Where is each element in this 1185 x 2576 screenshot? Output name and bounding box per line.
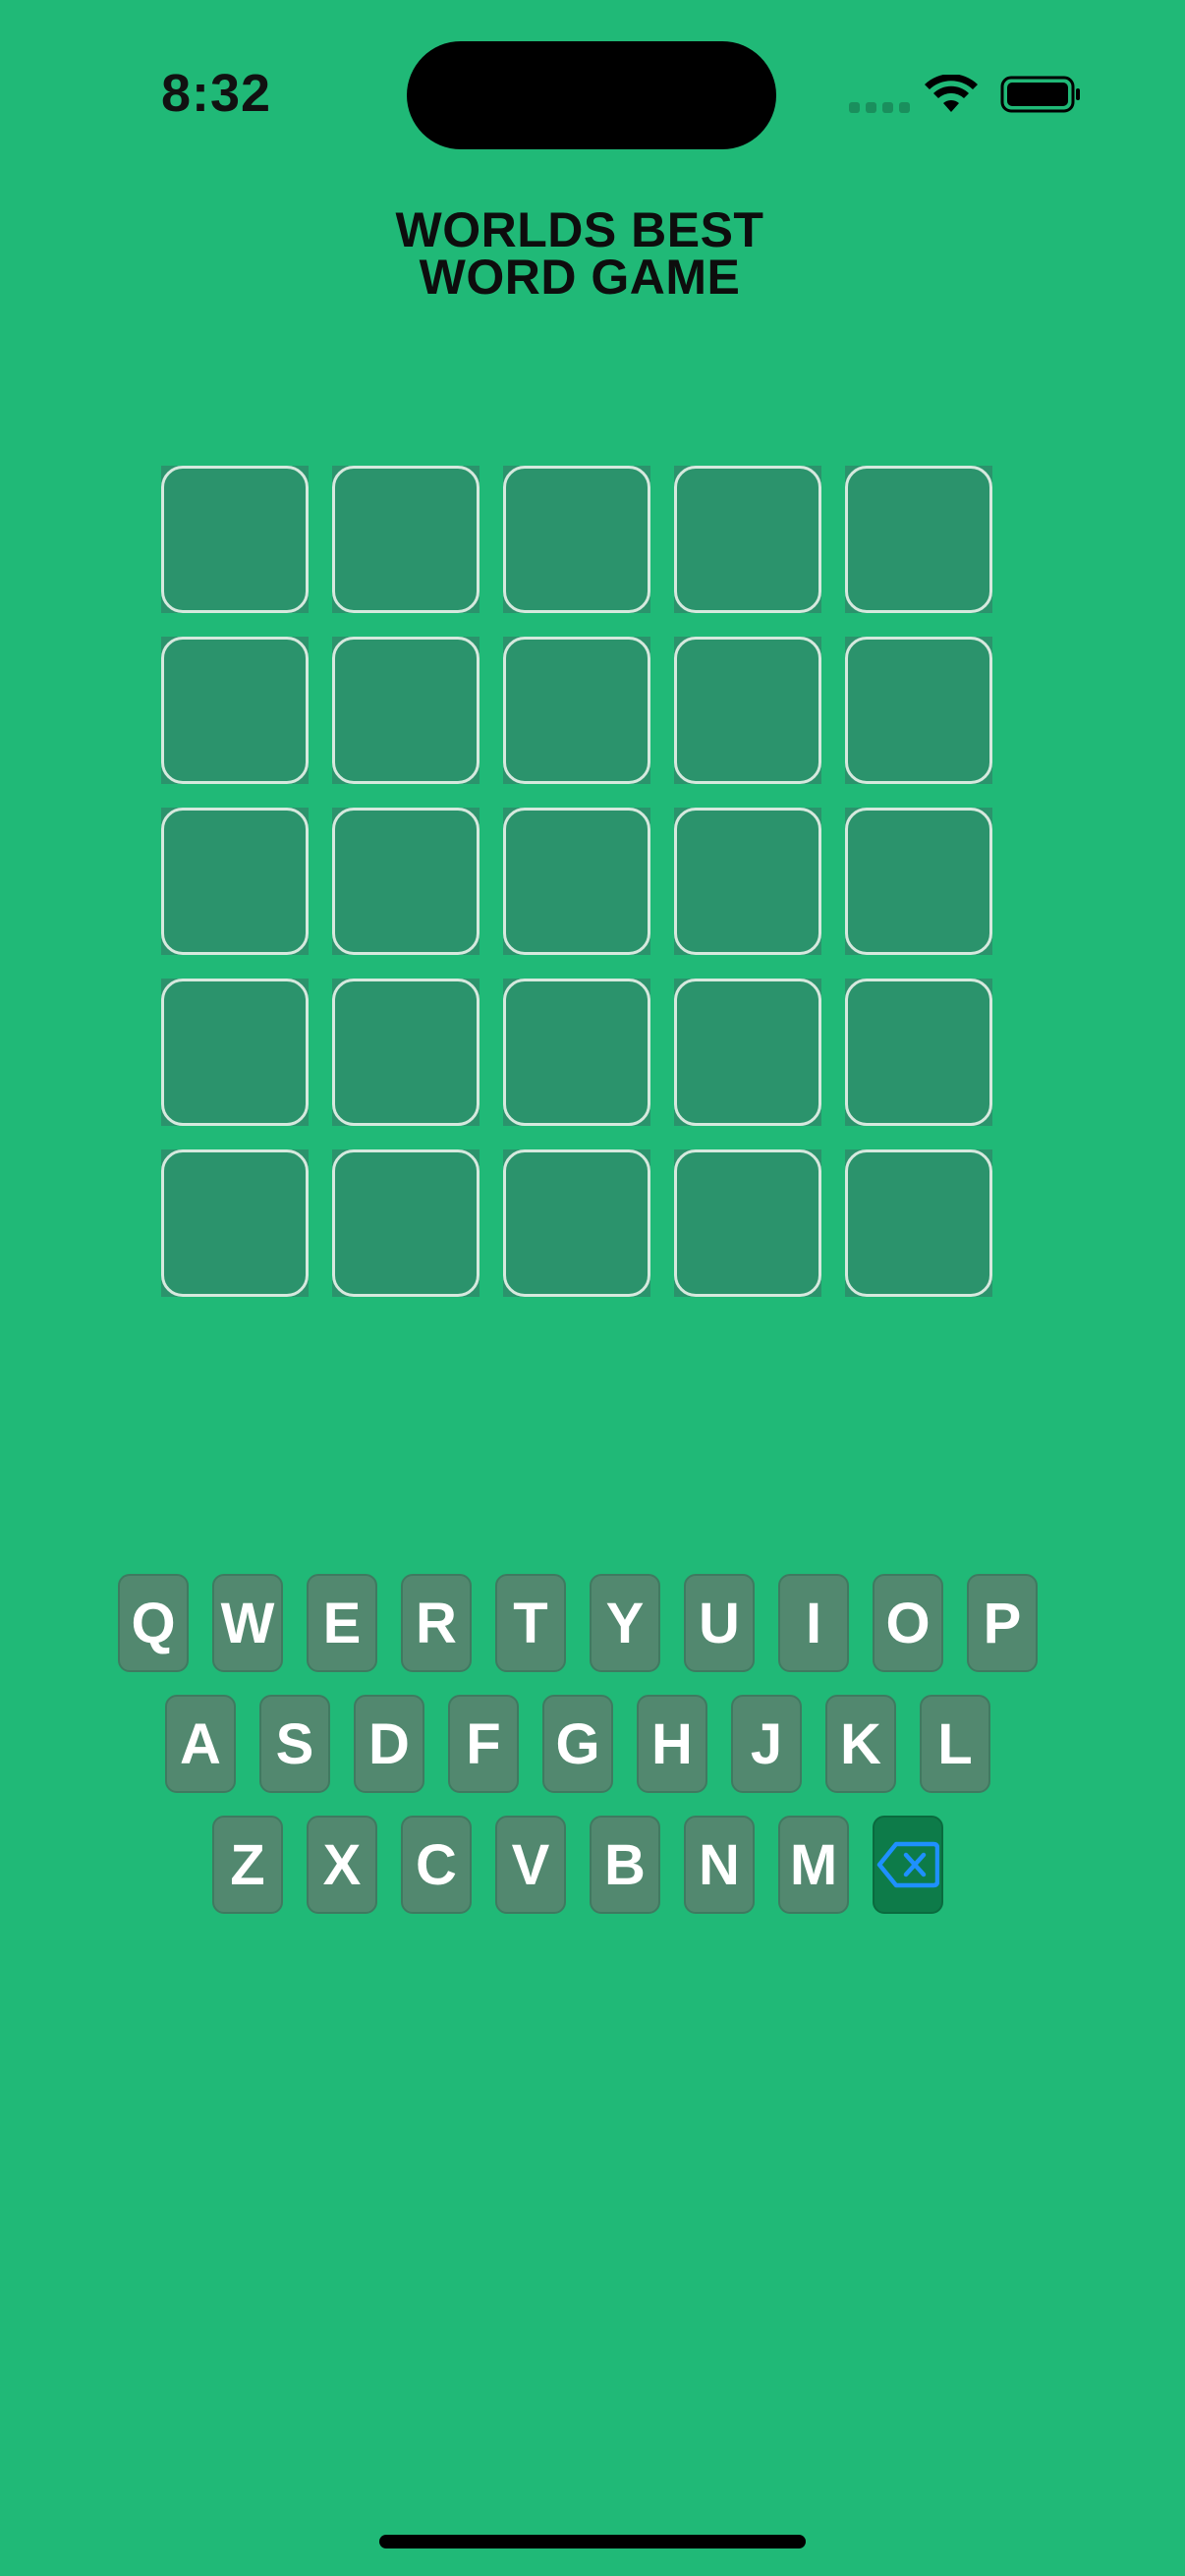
letter-tile	[161, 637, 309, 784]
key-i[interactable]: I	[778, 1574, 849, 1672]
cellular-signal-icon	[849, 102, 910, 113]
key-j[interactable]: J	[731, 1695, 802, 1793]
key-f[interactable]: F	[448, 1695, 519, 1793]
letter-tile	[161, 1149, 309, 1297]
key-u[interactable]: U	[684, 1574, 755, 1672]
letter-tile	[845, 1149, 992, 1297]
key-v[interactable]: V	[495, 1816, 566, 1914]
key-p[interactable]: P	[967, 1574, 1038, 1672]
key-g[interactable]: G	[542, 1695, 613, 1793]
title-line-1: WORLDS BEST	[395, 202, 764, 257]
letter-tile	[503, 1149, 650, 1297]
letter-tile	[845, 979, 992, 1126]
letter-grid	[161, 466, 992, 1297]
key-l[interactable]: L	[920, 1695, 990, 1793]
keyboard-row-3: Z X C V B N M	[212, 1816, 943, 1914]
backspace-icon	[876, 1841, 939, 1888]
key-t[interactable]: T	[495, 1574, 566, 1672]
letter-tile	[503, 808, 650, 955]
letter-tile	[674, 979, 821, 1126]
key-z[interactable]: Z	[212, 1816, 283, 1914]
letter-tile	[845, 808, 992, 955]
letter-tile	[332, 808, 480, 955]
letter-tile	[161, 466, 309, 613]
letter-tile	[332, 466, 480, 613]
letter-tile	[674, 637, 821, 784]
key-e[interactable]: E	[307, 1574, 377, 1672]
letter-tile	[845, 466, 992, 613]
letter-tile	[674, 1149, 821, 1297]
letter-tile	[332, 1149, 480, 1297]
status-time: 8:32	[161, 64, 272, 123]
battery-icon	[1000, 76, 1080, 113]
keyboard-row-1: Q W E R T Y U I O P	[118, 1574, 1038, 1672]
letter-tile	[332, 637, 480, 784]
key-a[interactable]: A	[165, 1695, 236, 1793]
key-r[interactable]: R	[401, 1574, 472, 1672]
keyboard-row-2: A S D F G H J K L	[165, 1695, 990, 1793]
key-s[interactable]: S	[259, 1695, 330, 1793]
key-m[interactable]: M	[778, 1816, 849, 1914]
letter-tile	[674, 808, 821, 955]
letter-tile	[161, 979, 309, 1126]
key-k[interactable]: K	[825, 1695, 896, 1793]
page-title: WORLDS BEST WORD GAME	[0, 202, 1159, 305]
key-d[interactable]: D	[354, 1695, 424, 1793]
key-y[interactable]: Y	[590, 1574, 660, 1672]
key-o[interactable]: O	[873, 1574, 943, 1672]
delete-key[interactable]	[873, 1816, 943, 1914]
dynamic-island	[407, 41, 776, 149]
title-line-2: WORD GAME	[419, 250, 741, 305]
letter-tile	[503, 979, 650, 1126]
letter-tile	[503, 637, 650, 784]
letter-tile	[503, 466, 650, 613]
letter-tile	[161, 808, 309, 955]
letter-tile	[674, 466, 821, 613]
key-w[interactable]: W	[212, 1574, 283, 1672]
wifi-icon	[925, 75, 978, 112]
home-indicator[interactable]	[379, 2535, 806, 2548]
key-b[interactable]: B	[590, 1816, 660, 1914]
key-q[interactable]: Q	[118, 1574, 189, 1672]
key-x[interactable]: X	[307, 1816, 377, 1914]
letter-tile	[332, 979, 480, 1126]
key-n[interactable]: N	[684, 1816, 755, 1914]
letter-tile	[845, 637, 992, 784]
key-c[interactable]: C	[401, 1816, 472, 1914]
key-h[interactable]: H	[637, 1695, 707, 1793]
